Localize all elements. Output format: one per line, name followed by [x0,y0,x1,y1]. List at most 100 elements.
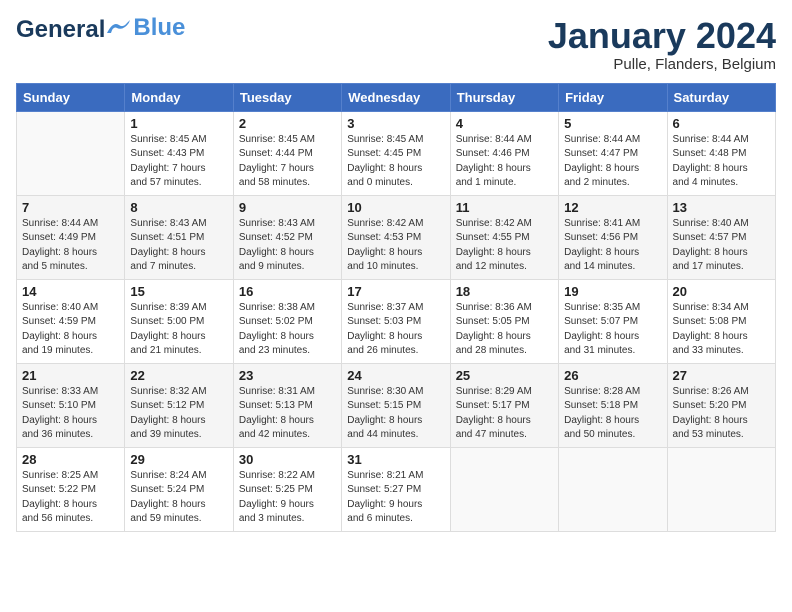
day-number: 7 [22,200,119,215]
day-info: Sunrise: 8:22 AM Sunset: 5:25 PM Dayligh… [239,469,336,527]
calendar-cell: 28Sunrise: 8:25 AM Sunset: 5:22 PM Dayli… [17,447,125,531]
calendar-cell: 18 Sunrise: 8:36 AM Sunset: 5:05 PM Dayli… [450,279,558,363]
day-info: Sunrise: 8:39 AM Sunset: 5:00 PM Dayligh… [130,301,227,359]
day-number: 18 [456,284,553,299]
logo-bird-icon [105,19,131,37]
calendar-week-row: 14 Sunrise: 8:40 AM Sunset: 4:59 PM Dayli… [17,279,776,363]
day-info: Sunrise: 8:35 AM Sunset: 5:07 PM Dayligh… [564,301,661,359]
day-of-week-header: Thursday [450,83,558,111]
calendar-cell: 24 Sunrise: 8:30 AM Sunset: 5:15 PM Dayli… [342,363,450,447]
calendar-header-row: SundayMondayTuesdayWednesdayThursdayFrid… [17,83,776,111]
day-of-week-header: Tuesday [233,83,341,111]
day-info: Sunrise: 8:32 AM Sunset: 5:12 PM Dayligh… [130,385,227,443]
calendar-cell: 9 Sunrise: 8:43 AM Sunset: 4:52 PM Daylig… [233,195,341,279]
day-number: 9 [239,200,336,215]
day-info: Sunrise: 8:40 AM Sunset: 4:57 PM Dayligh… [673,217,770,275]
day-number: 4 [456,116,553,131]
calendar-cell: 16 Sunrise: 8:38 AM Sunset: 5:02 PM Dayli… [233,279,341,363]
day-info: Sunrise: 8:45 AM Sunset: 4:43 PM Dayligh… [130,133,227,191]
calendar-cell: 2 Sunrise: 8:45 AM Sunset: 4:44 PM Daylig… [233,111,341,195]
day-number: 24 [347,368,444,383]
calendar-cell: 3Sunrise: 8:45 AM Sunset: 4:45 PM Daylig… [342,111,450,195]
day-info: Sunrise: 8:31 AM Sunset: 5:13 PM Dayligh… [239,385,336,443]
calendar-cell: 31Sunrise: 8:21 AM Sunset: 5:27 PM Dayli… [342,447,450,531]
title-area: January 2024 Pulle, Flanders, Belgium [548,16,776,73]
calendar-cell: 20Sunrise: 8:34 AM Sunset: 5:08 PM Dayli… [667,279,775,363]
day-info: Sunrise: 8:21 AM Sunset: 5:27 PM Dayligh… [347,469,444,527]
calendar-week-row: 7 Sunrise: 8:44 AM Sunset: 4:49 PM Daylig… [17,195,776,279]
calendar-week-row: 28Sunrise: 8:25 AM Sunset: 5:22 PM Dayli… [17,447,776,531]
day-number: 8 [130,200,227,215]
day-number: 29 [130,452,227,467]
calendar-cell: 10 Sunrise: 8:42 AM Sunset: 4:53 PM Dayli… [342,195,450,279]
day-number: 27 [673,368,770,383]
day-of-week-header: Wednesday [342,83,450,111]
calendar-cell: 13 Sunrise: 8:40 AM Sunset: 4:57 PM Dayli… [667,195,775,279]
day-number: 15 [130,284,227,299]
location-subtitle: Pulle, Flanders, Belgium [548,56,776,73]
logo: GeneralBlue [16,16,185,42]
calendar-cell: 19Sunrise: 8:35 AM Sunset: 5:07 PM Dayli… [559,279,667,363]
calendar-cell: 8Sunrise: 8:43 AM Sunset: 4:51 PM Daylig… [125,195,233,279]
day-info: Sunrise: 8:24 AM Sunset: 5:24 PM Dayligh… [130,469,227,527]
day-number: 16 [239,284,336,299]
day-number: 3 [347,116,444,131]
day-info: Sunrise: 8:37 AM Sunset: 5:03 PM Dayligh… [347,301,444,359]
calendar-cell: 23 Sunrise: 8:31 AM Sunset: 5:13 PM Dayli… [233,363,341,447]
day-info: Sunrise: 8:30 AM Sunset: 5:15 PM Dayligh… [347,385,444,443]
calendar-cell: 21 Sunrise: 8:33 AM Sunset: 5:10 PM Dayli… [17,363,125,447]
day-of-week-header: Friday [559,83,667,111]
calendar-cell: 29 Sunrise: 8:24 AM Sunset: 5:24 PM Dayli… [125,447,233,531]
calendar-cell: 22 Sunrise: 8:32 AM Sunset: 5:12 PM Dayli… [125,363,233,447]
day-info: Sunrise: 8:44 AM Sunset: 4:46 PM Dayligh… [456,133,553,191]
day-info: Sunrise: 8:33 AM Sunset: 5:10 PM Dayligh… [22,385,119,443]
day-info: Sunrise: 8:41 AM Sunset: 4:56 PM Dayligh… [564,217,661,275]
day-number: 21 [22,368,119,383]
day-info: Sunrise: 8:36 AM Sunset: 5:05 PM Dayligh… [456,301,553,359]
day-info: Sunrise: 8:42 AM Sunset: 4:53 PM Dayligh… [347,217,444,275]
calendar-cell: 7 Sunrise: 8:44 AM Sunset: 4:49 PM Daylig… [17,195,125,279]
day-info: Sunrise: 8:44 AM Sunset: 4:48 PM Dayligh… [673,133,770,191]
month-title: January 2024 [548,16,776,56]
day-info: Sunrise: 8:45 AM Sunset: 4:44 PM Dayligh… [239,133,336,191]
day-info: Sunrise: 8:44 AM Sunset: 4:47 PM Dayligh… [564,133,661,191]
calendar-cell [17,111,125,195]
day-number: 23 [239,368,336,383]
calendar-cell: 12 Sunrise: 8:41 AM Sunset: 4:56 PM Dayli… [559,195,667,279]
day-info: Sunrise: 8:38 AM Sunset: 5:02 PM Dayligh… [239,301,336,359]
calendar-cell [559,447,667,531]
calendar-cell: 26 Sunrise: 8:28 AM Sunset: 5:18 PM Dayli… [559,363,667,447]
calendar-cell: 30Sunrise: 8:22 AM Sunset: 5:25 PM Dayli… [233,447,341,531]
calendar-cell: 1Sunrise: 8:45 AM Sunset: 4:43 PM Daylig… [125,111,233,195]
logo-blue: Blue [105,16,185,40]
calendar-cell: 15 Sunrise: 8:39 AM Sunset: 5:00 PM Dayli… [125,279,233,363]
calendar-table: SundayMondayTuesdayWednesdayThursdayFrid… [16,83,776,532]
day-number: 5 [564,116,661,131]
calendar-week-row: 21 Sunrise: 8:33 AM Sunset: 5:10 PM Dayli… [17,363,776,447]
day-info: Sunrise: 8:28 AM Sunset: 5:18 PM Dayligh… [564,385,661,443]
day-info: Sunrise: 8:43 AM Sunset: 4:52 PM Dayligh… [239,217,336,275]
day-number: 12 [564,200,661,215]
day-number: 22 [130,368,227,383]
calendar-cell: 17Sunrise: 8:37 AM Sunset: 5:03 PM Dayli… [342,279,450,363]
calendar-cell: 5 Sunrise: 8:44 AM Sunset: 4:47 PM Daylig… [559,111,667,195]
day-info: Sunrise: 8:29 AM Sunset: 5:17 PM Dayligh… [456,385,553,443]
day-info: Sunrise: 8:40 AM Sunset: 4:59 PM Dayligh… [22,301,119,359]
day-number: 13 [673,200,770,215]
day-number: 11 [456,200,553,215]
day-number: 14 [22,284,119,299]
calendar-cell: 25 Sunrise: 8:29 AM Sunset: 5:17 PM Dayli… [450,363,558,447]
day-number: 2 [239,116,336,131]
day-info: Sunrise: 8:25 AM Sunset: 5:22 PM Dayligh… [22,469,119,527]
day-number: 26 [564,368,661,383]
calendar-cell: 14 Sunrise: 8:40 AM Sunset: 4:59 PM Dayli… [17,279,125,363]
day-info: Sunrise: 8:44 AM Sunset: 4:49 PM Dayligh… [22,217,119,275]
calendar-cell [667,447,775,531]
day-info: Sunrise: 8:26 AM Sunset: 5:20 PM Dayligh… [673,385,770,443]
day-number: 25 [456,368,553,383]
logo-general: General [16,16,105,43]
day-info: Sunrise: 8:42 AM Sunset: 4:55 PM Dayligh… [456,217,553,275]
day-of-week-header: Monday [125,83,233,111]
calendar-cell [450,447,558,531]
day-number: 10 [347,200,444,215]
